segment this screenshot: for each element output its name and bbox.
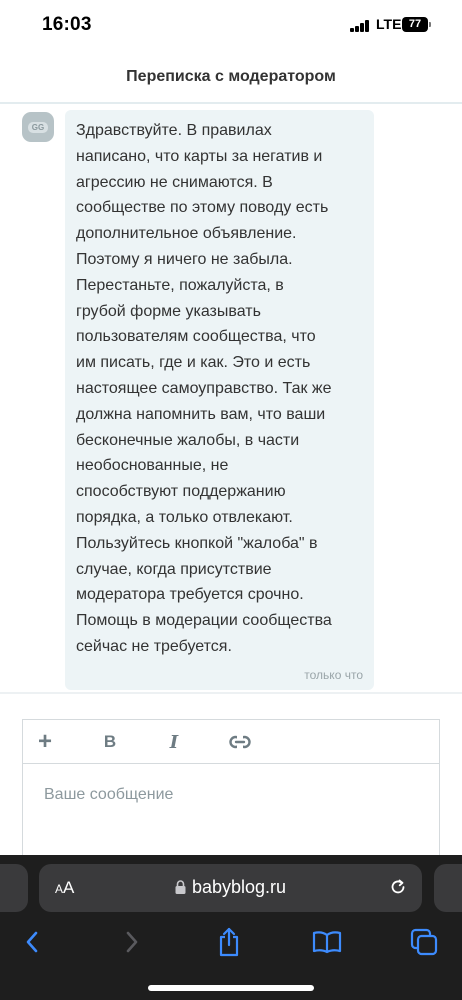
page-header: Переписка с модератором [0,50,462,104]
bookmarks-icon[interactable] [311,927,343,957]
next-tab-preview[interactable] [434,864,462,912]
divider [0,692,462,694]
browser-nav [0,919,462,963]
add-button[interactable]: + [35,730,55,754]
battery-tip [429,22,431,27]
message-timestamp: только что [304,668,363,682]
page-title: Переписка с модератором [126,68,336,85]
avatar[interactable]: GG [22,112,54,142]
network-type: LTE [376,16,402,32]
browser-bar: AA babyblog.ru [0,855,462,1000]
avatar-initials: GG [28,121,48,133]
share-icon[interactable] [213,927,245,957]
forward-icon[interactable] [116,927,148,957]
link-icon[interactable] [227,730,253,754]
back-icon[interactable] [16,927,48,957]
italic-button[interactable]: I [167,730,181,754]
bold-button[interactable]: B [101,730,119,754]
status-bar: 16:03 LTE 77 [0,0,462,50]
editor-toolbar: + B I [23,720,439,764]
status-time: 16:03 [42,14,92,35]
reload-icon[interactable] [388,877,408,902]
cellular-signal-icon [350,20,372,32]
address-bar[interactable]: AA babyblog.ru [39,864,422,912]
home-indicator [148,985,314,991]
previous-tab-preview[interactable] [0,864,28,912]
message-text: Здравствуйте. В правилах написано, что к… [76,122,332,655]
tabs-icon[interactable] [408,927,440,957]
url-field[interactable]: babyblog.ru [39,877,422,898]
lock-icon [175,880,186,894]
battery-icon: 77 [402,17,428,32]
url-text: babyblog.ru [191,877,287,897]
message-bubble: Здравствуйте. В правилах написано, что к… [65,110,374,690]
